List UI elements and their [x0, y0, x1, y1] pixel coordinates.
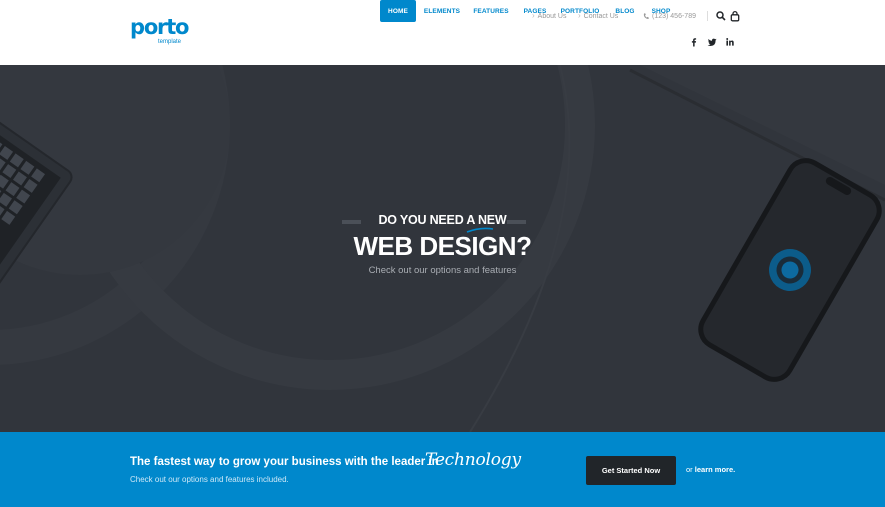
cta-band: The fastest way to grow your business wi…: [0, 432, 885, 507]
tablet-image: [640, 65, 885, 185]
logo-word: porto: [130, 15, 190, 39]
learn-more-link[interactable]: learn more.: [695, 465, 735, 474]
facebook-icon[interactable]: [688, 36, 700, 48]
cta-title: The fastest way to grow your business wi…: [130, 456, 439, 468]
shopping-bag-icon[interactable]: [729, 10, 741, 22]
hero-subtitle: Check out our options and features: [368, 265, 517, 276]
nav-pages[interactable]: PAGES: [520, 0, 550, 22]
cta-subtitle: Check out our options and features inclu…: [130, 475, 289, 484]
cta-or-text: or: [686, 465, 693, 474]
search-icon[interactable]: [715, 10, 727, 22]
nav-features[interactable]: FEATURES: [471, 0, 511, 22]
site-header: porto template › About Us › Contact Us (…: [0, 0, 885, 65]
logo[interactable]: porto template: [130, 15, 190, 46]
linkedin-icon[interactable]: [724, 36, 736, 48]
nav-elements[interactable]: ELEMENTS: [421, 0, 463, 22]
nav-home[interactable]: HOME: [380, 0, 416, 22]
get-started-button[interactable]: Get Started Now: [586, 456, 676, 485]
logo-subtitle: template: [158, 39, 182, 45]
topbar-divider: [707, 11, 708, 21]
cta-or-learn-more: or learn more.: [686, 465, 735, 474]
nav-blog[interactable]: BLOG: [610, 0, 640, 22]
hero-headline: WEB DESIGN?: [353, 231, 532, 261]
cta-script-word: Technology: [425, 450, 521, 470]
nav-portfolio[interactable]: PORTFOLIO: [558, 0, 602, 22]
hero-section: DO YOU NEED A NEW WEB DESIGN? Check out …: [0, 65, 885, 432]
hero-eyebrow: DO YOU NEED A NEW: [378, 213, 507, 227]
nav-shop[interactable]: SHOP: [647, 0, 675, 22]
twitter-icon[interactable]: [706, 36, 718, 48]
